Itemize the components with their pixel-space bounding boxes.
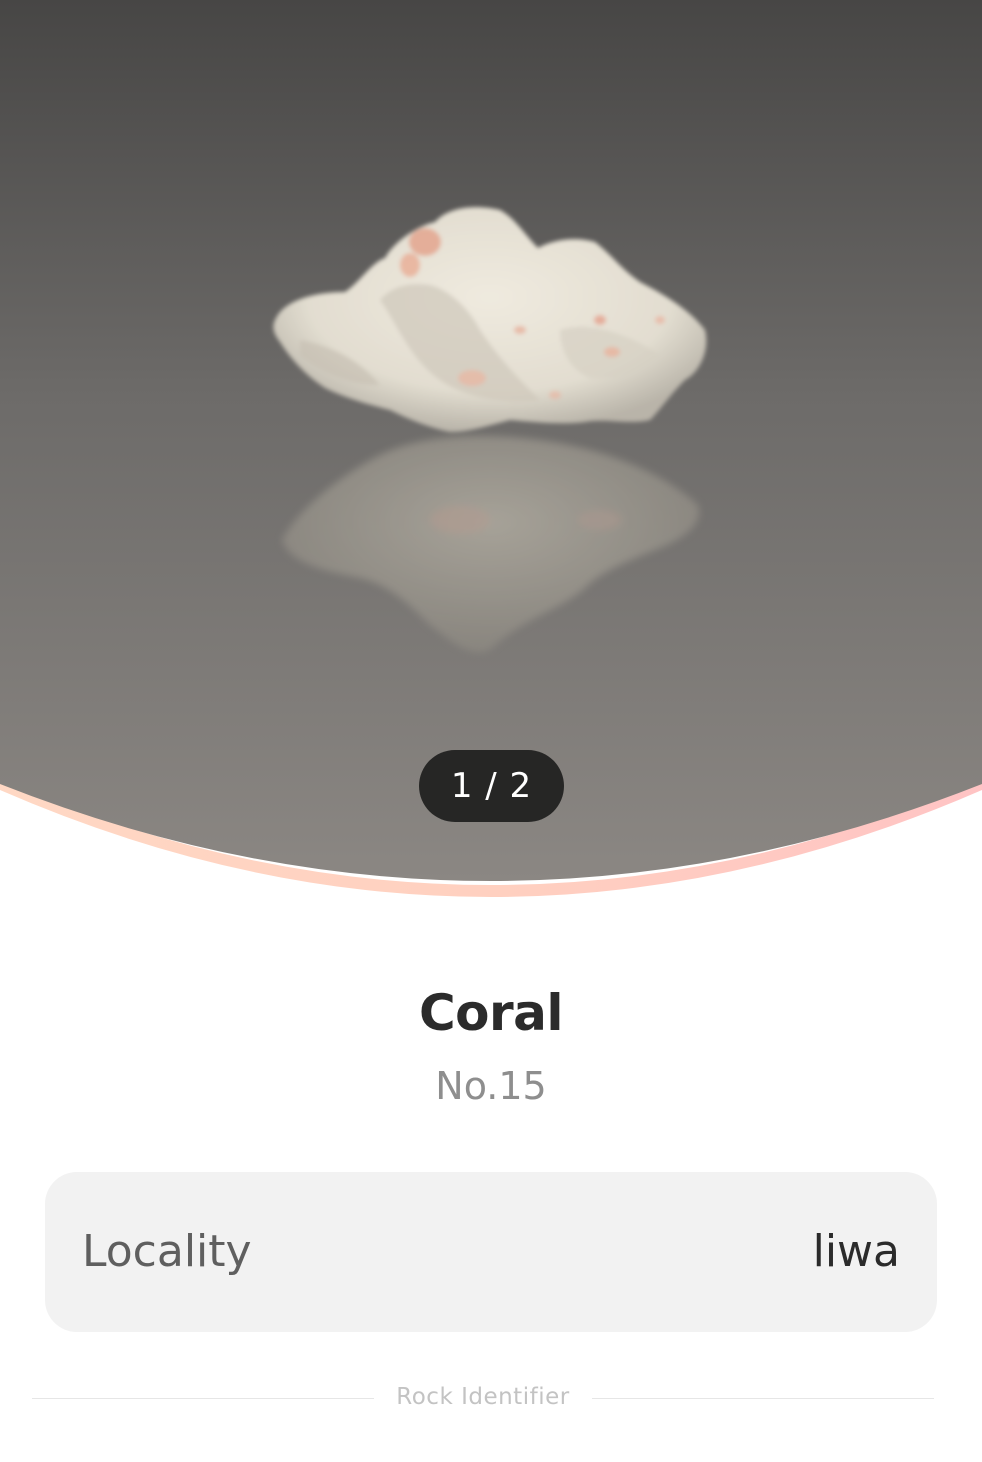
specimen-name: Coral xyxy=(418,984,564,1042)
specimen-image-carousel[interactable]: 1 / 2 xyxy=(0,0,982,900)
locality-row: Locality liwa xyxy=(45,1172,937,1332)
app-watermark: Rock Identifier xyxy=(396,1384,570,1410)
footer-divider-left xyxy=(32,1398,374,1399)
footer-divider-right xyxy=(592,1398,934,1399)
specimen-number: No.15 xyxy=(435,1064,547,1108)
locality-label: Locality xyxy=(82,1226,252,1277)
image-counter-badge: 1 / 2 xyxy=(419,750,564,822)
locality-value: liwa xyxy=(812,1226,900,1277)
